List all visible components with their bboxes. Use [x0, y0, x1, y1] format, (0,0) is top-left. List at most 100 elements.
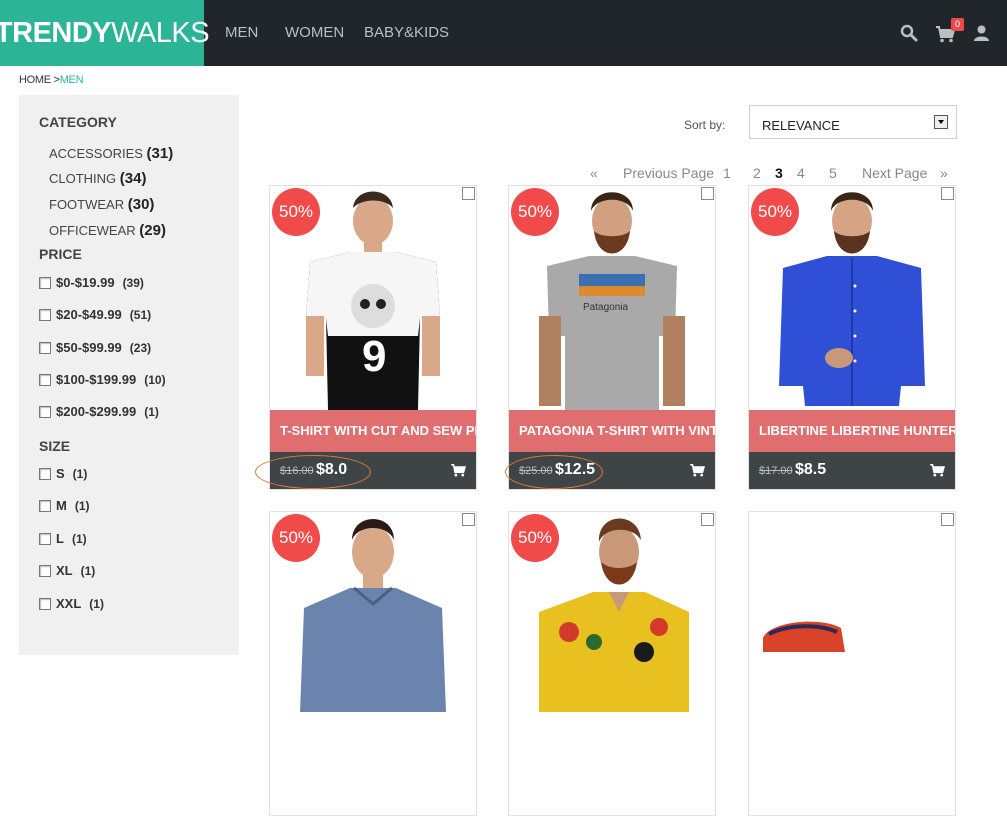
breadcrumb: HOME >MEN — [19, 74, 84, 86]
compare-checkbox[interactable] — [462, 513, 475, 526]
compare-checkbox[interactable] — [701, 513, 714, 526]
category-label: FOOTWEAR — [49, 197, 125, 212]
size-filter-s[interactable]: S (1) — [39, 466, 87, 481]
category-label: ACCESSORIES — [49, 146, 143, 161]
breadcrumb-current[interactable]: MEN — [60, 74, 84, 86]
checkbox[interactable] — [39, 276, 51, 289]
discount-badge: 50% — [272, 188, 320, 236]
size-label: XXL — [56, 596, 82, 611]
product-image[interactable] — [749, 512, 955, 778]
category-label: CLOTHING — [49, 171, 117, 186]
pagination-page-3[interactable]: 3 — [775, 165, 783, 181]
size-label: XL — [56, 563, 73, 578]
add-to-cart-icon[interactable] — [451, 464, 467, 482]
breadcrumb-home[interactable]: HOME > — [19, 74, 60, 86]
price-label: $0-$19.99 — [56, 275, 115, 290]
product-title[interactable]: LIBERTINE LIBERTINE HUNTER SH... — [749, 410, 955, 452]
user-icon[interactable] — [974, 25, 989, 46]
category-footwear[interactable]: FOOTWEAR (30) — [49, 196, 154, 213]
compare-checkbox[interactable] — [462, 187, 475, 200]
compare-checkbox[interactable] — [941, 513, 954, 526]
nav-baby-kids[interactable]: BABY&KIDS — [364, 24, 449, 41]
add-to-cart-icon[interactable] — [690, 464, 706, 482]
product-card[interactable]: 50% LIBERTINE LIBERTINE HUNTER SH... $17… — [748, 185, 956, 490]
product-card[interactable]: 50% — [508, 511, 716, 816]
discount-badge: 50% — [511, 188, 559, 236]
price-filter-0-19[interactable]: $0-$19.99 (39) — [39, 275, 144, 290]
logo-text-light: WALKS — [111, 16, 210, 49]
price-count: (10) — [144, 372, 166, 387]
pagination-last[interactable]: » — [940, 165, 948, 181]
price-filter-50-99[interactable]: $50-$99.99 (23) — [39, 340, 151, 355]
price-count: (1) — [144, 404, 159, 419]
category-count: (31) — [146, 145, 174, 162]
pagination-page-4[interactable]: 4 — [797, 165, 805, 181]
compare-checkbox[interactable] — [941, 187, 954, 200]
category-accessories[interactable]: ACCESSORIES (31) — [49, 145, 173, 162]
price-filter-100-199[interactable]: $100-$199.99 (10) — [39, 372, 166, 387]
pagination-previous[interactable]: Previous Page — [623, 165, 714, 181]
checkbox[interactable] — [39, 564, 51, 577]
category-count: (30) — [127, 196, 155, 213]
sort-label: Sort by: — [684, 118, 726, 132]
size-label: S — [56, 466, 65, 481]
sort-dropdown[interactable]: RELEVANCE — [749, 105, 957, 139]
checkbox[interactable] — [39, 499, 51, 512]
sort-value: RELEVANCE — [762, 118, 840, 133]
nav-men[interactable]: MEN — [225, 24, 258, 41]
product-title[interactable]: PATAGONIA T-SHIRT WITH VINTA... — [509, 410, 715, 452]
size-count: (1) — [72, 466, 88, 481]
svg-text:9: 9 — [362, 332, 386, 381]
compare-checkbox[interactable] — [701, 187, 714, 200]
price-count: (51) — [129, 307, 152, 322]
price-label: $100-$199.99 — [56, 372, 137, 387]
product-card[interactable] — [748, 511, 956, 816]
logo-text-bold: TRENDY — [0, 16, 112, 49]
price-bar: $17.00 $8.5 — [749, 452, 955, 489]
product-card[interactable]: 50% — [269, 511, 477, 816]
pagination-page-1[interactable]: 1 — [723, 165, 731, 181]
price-highlight-ellipse — [255, 455, 371, 489]
size-filter-xxl[interactable]: XXL (1) — [39, 596, 104, 611]
add-to-cart-icon[interactable] — [930, 464, 946, 482]
size-count: (1) — [71, 531, 87, 546]
checkbox[interactable] — [39, 341, 51, 354]
site-logo[interactable]: TRENDY WALKS — [0, 0, 210, 66]
checkbox[interactable] — [39, 532, 51, 545]
checkbox[interactable] — [39, 597, 51, 610]
checkbox[interactable] — [39, 405, 51, 418]
search-icon[interactable] — [900, 24, 918, 47]
checkbox[interactable] — [39, 373, 51, 386]
pagination-page-5[interactable]: 5 — [829, 165, 837, 181]
size-count: (1) — [74, 498, 90, 513]
size-count: (1) — [89, 596, 104, 611]
category-officewear[interactable]: OFFICEWEAR (29) — [49, 222, 166, 239]
size-label: M — [56, 498, 67, 513]
category-clothing[interactable]: CLOTHING (34) — [49, 170, 146, 187]
old-price: $17.00 — [759, 465, 793, 477]
price-count: (23) — [129, 340, 152, 355]
size-filter-l[interactable]: L (1) — [39, 531, 87, 546]
pagination-page-2[interactable]: 2 — [753, 165, 761, 181]
size-filter-xl[interactable]: XL (1) — [39, 563, 95, 578]
size-count: (1) — [80, 563, 96, 578]
product-card[interactable]: Patagonia 50% PATAGONIA T-SHIRT WITH VIN… — [508, 185, 716, 490]
price-filter-200-299[interactable]: $200-$299.99 (1) — [39, 404, 159, 419]
pagination-first[interactable]: « — [590, 165, 598, 181]
discount-badge: 50% — [751, 188, 799, 236]
price-label: $200-$299.99 — [56, 404, 137, 419]
price-heading: PRICE — [39, 246, 82, 262]
svg-text:Patagonia: Patagonia — [583, 302, 628, 313]
product-title[interactable]: T-SHIRT WITH CUT AND SEW PRINT — [270, 410, 476, 452]
pagination-next[interactable]: Next Page — [862, 165, 927, 181]
checkbox[interactable] — [39, 308, 51, 321]
nav-women[interactable]: WOMEN — [285, 24, 344, 41]
category-count: (29) — [139, 222, 166, 239]
cart-count-badge: 0 — [951, 18, 964, 31]
dropdown-arrow-icon[interactable] — [934, 115, 948, 129]
product-card[interactable]: 9 50% T-SHIRT WITH CUT AND SEW PRINT $16… — [269, 185, 477, 490]
checkbox[interactable] — [39, 467, 51, 480]
price-filter-20-49[interactable]: $20-$49.99 (51) — [39, 307, 151, 322]
size-filter-m[interactable]: M (1) — [39, 498, 90, 513]
category-heading: CATEGORY — [39, 114, 117, 130]
